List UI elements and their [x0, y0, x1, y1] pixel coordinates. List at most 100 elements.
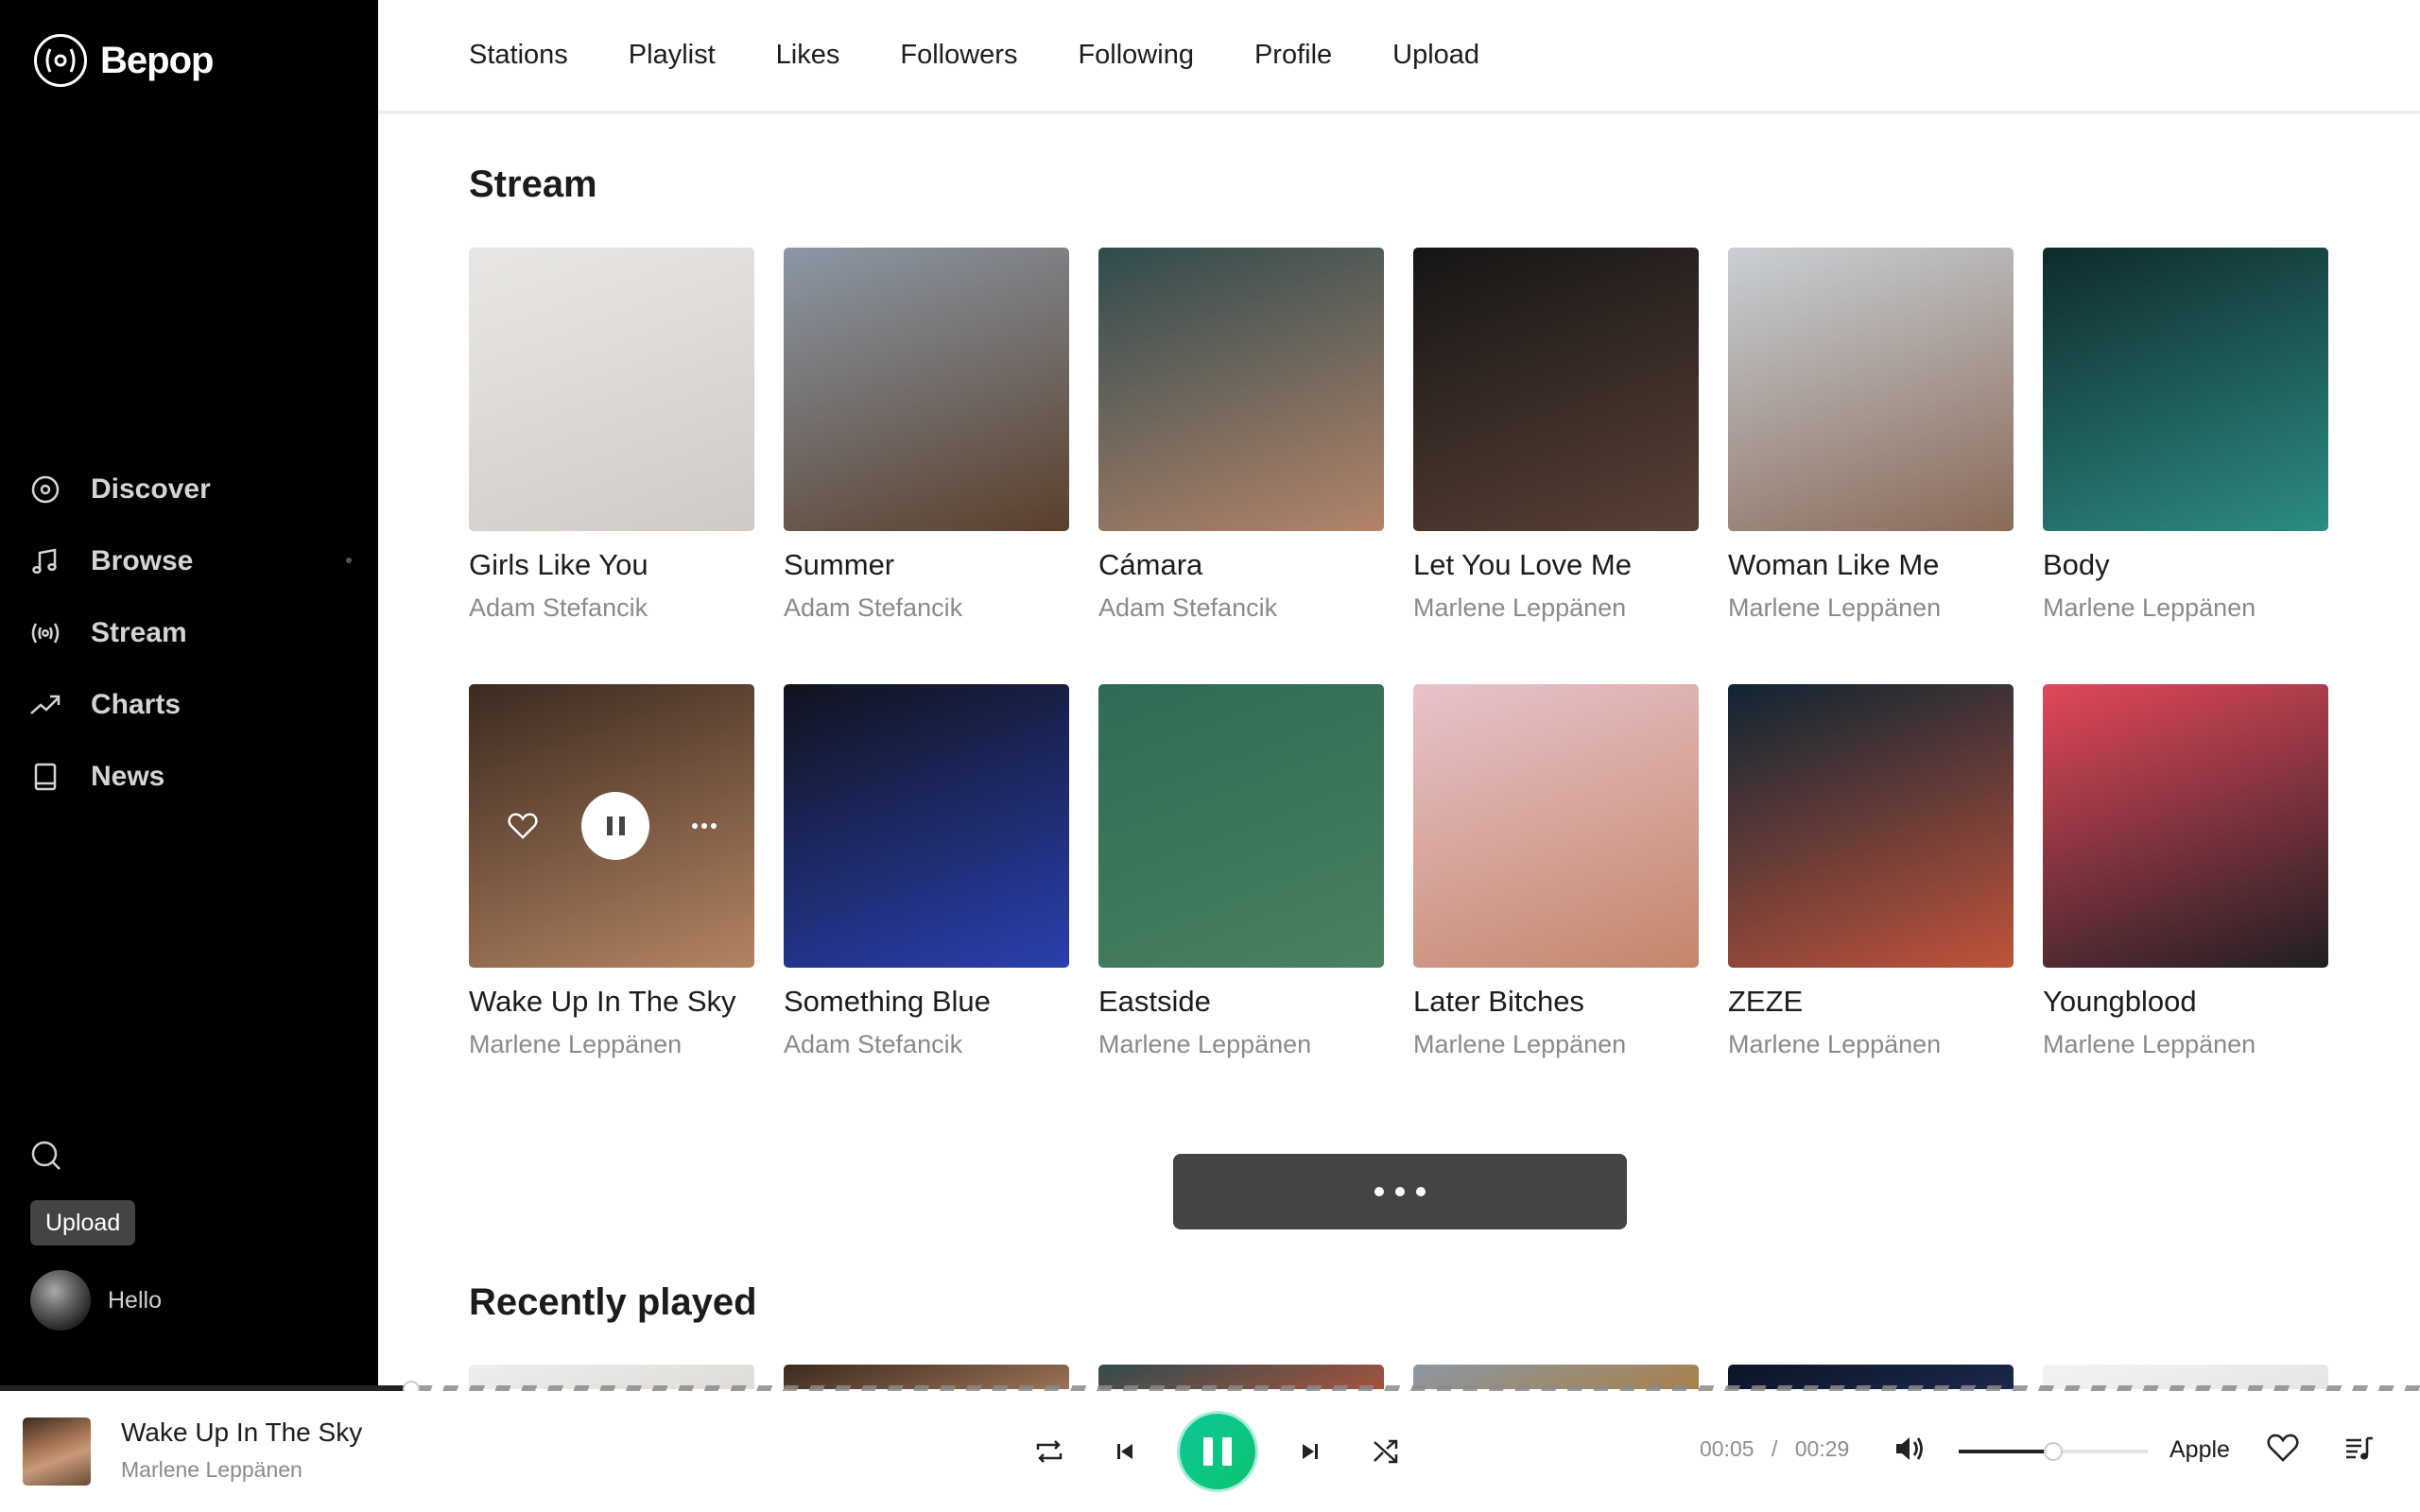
now-playing-cover[interactable]: [23, 1418, 91, 1486]
shuffle-button[interactable]: [1367, 1433, 1405, 1470]
cover-pause-button[interactable]: [581, 792, 649, 860]
track-artist[interactable]: Adam Stefancik: [784, 1030, 1069, 1059]
sidebar-item-charts[interactable]: Charts: [30, 669, 352, 741]
track-artist[interactable]: Marlene Leppänen: [1413, 593, 1699, 623]
sidebar-item-news[interactable]: News: [30, 741, 352, 813]
track-title[interactable]: Later Bitches: [1413, 985, 1699, 1019]
track-cover[interactable]: [1098, 684, 1384, 968]
track-artist[interactable]: Marlene Leppänen: [1728, 593, 2014, 623]
like-button[interactable]: [2267, 1433, 2299, 1468]
tab-upload[interactable]: Upload: [1392, 40, 1479, 71]
load-more-button[interactable]: [1173, 1154, 1627, 1229]
volume-slider[interactable]: [1959, 1442, 2148, 1461]
tab-playlist[interactable]: Playlist: [629, 40, 716, 71]
output-device[interactable]: Apple: [2169, 1436, 2230, 1464]
track-card[interactable]: Body Marlene Leppänen: [2043, 248, 2328, 623]
track-title[interactable]: Woman Like Me: [1728, 548, 2014, 582]
upload-button[interactable]: Upload: [30, 1200, 136, 1246]
tab-followers[interactable]: Followers: [900, 40, 1017, 71]
track-artist[interactable]: Adam Stefancik: [1098, 593, 1384, 623]
track-artist[interactable]: Marlene Leppänen: [2043, 1030, 2328, 1059]
track-cover[interactable]: [1098, 248, 1384, 531]
next-button[interactable]: [1291, 1433, 1329, 1470]
track-cover[interactable]: [1728, 248, 2014, 531]
track-artist[interactable]: Marlene Leppänen: [1413, 1030, 1699, 1059]
track-artist[interactable]: Adam Stefancik: [784, 593, 1069, 623]
track-cover[interactable]: [469, 684, 754, 968]
track-artist[interactable]: Marlene Leppänen: [2043, 593, 2328, 623]
user-name: Hello: [108, 1286, 162, 1314]
track-artist[interactable]: Marlene Leppänen: [1098, 1030, 1384, 1059]
track-title[interactable]: Girls Like You: [469, 548, 754, 582]
sidebar-item-label: Discover: [91, 473, 211, 505]
app-name: Bepop: [100, 39, 214, 81]
previous-button[interactable]: [1106, 1433, 1144, 1470]
track-cover[interactable]: [2043, 248, 2328, 531]
tab-following[interactable]: Following: [1078, 40, 1194, 71]
tab-profile[interactable]: Profile: [1254, 40, 1332, 71]
sidebar-item-discover[interactable]: Discover: [30, 454, 352, 525]
search-icon[interactable]: [30, 1140, 62, 1172]
top-nav: Stations Playlist Likes Followers Follow…: [378, 0, 2420, 113]
track-card[interactable]: Later Bitches Marlene Leppänen: [1413, 684, 1699, 1059]
track-title[interactable]: Summer: [784, 548, 1069, 582]
track-cover[interactable]: [2043, 684, 2328, 968]
track-artist[interactable]: Marlene Leppänen: [469, 1030, 754, 1059]
dot: [1395, 1187, 1405, 1196]
track-card[interactable]: Woman Like Me Marlene Leppänen: [1728, 248, 2014, 623]
repeat-button[interactable]: [1030, 1433, 1068, 1470]
track-cover[interactable]: [469, 248, 754, 531]
tab-stations[interactable]: Stations: [469, 40, 568, 71]
volume-handle[interactable]: [2044, 1442, 2063, 1461]
logo[interactable]: Bepop: [34, 34, 214, 87]
disc-icon: [30, 474, 60, 505]
track-title[interactable]: Wake Up In The Sky: [469, 985, 754, 1019]
heart-icon[interactable]: [507, 812, 539, 840]
track-title[interactable]: Youngblood: [2043, 985, 2328, 1019]
track-title[interactable]: ZEZE: [1728, 985, 2014, 1019]
music-note-icon: [30, 546, 60, 576]
track-card[interactable]: Cámara Adam Stefancik: [1098, 248, 1384, 623]
track-cover[interactable]: [784, 248, 1069, 531]
track-card[interactable]: Summer Adam Stefancik: [784, 248, 1069, 623]
time-separator: /: [1771, 1436, 1778, 1461]
section-title-recently-played: Recently played: [469, 1281, 757, 1323]
track-card[interactable]: Wake Up In The Sky Marlene Leppänen: [469, 684, 754, 1059]
track-card[interactable]: Youngblood Marlene Leppänen: [2043, 684, 2328, 1059]
sidebar-item-stream[interactable]: Stream: [30, 597, 352, 669]
track-card[interactable]: Let You Love Me Marlene Leppänen: [1413, 248, 1699, 623]
track-title[interactable]: Body: [2043, 548, 2328, 582]
track-title[interactable]: Something Blue: [784, 985, 1069, 1019]
track-card[interactable]: Girls Like You Adam Stefancik: [469, 248, 754, 623]
track-artist[interactable]: Adam Stefancik: [469, 593, 754, 623]
sidebar-item-label: Charts: [91, 689, 182, 720]
track-card[interactable]: Something Blue Adam Stefancik: [784, 684, 1069, 1059]
track-title[interactable]: Cámara: [1098, 548, 1384, 582]
now-playing-title[interactable]: Wake Up In The Sky: [121, 1418, 362, 1448]
sidebar-item-label: Browse: [91, 545, 194, 576]
user-menu[interactable]: Hello: [30, 1270, 162, 1331]
track-title[interactable]: Eastside: [1098, 985, 1384, 1019]
track-card[interactable]: Eastside Marlene Leppänen: [1098, 684, 1384, 1059]
queue-button[interactable]: [2344, 1435, 2375, 1468]
track-title[interactable]: Let You Love Me: [1413, 548, 1699, 582]
volume-icon[interactable]: [1893, 1433, 1926, 1469]
track-cover[interactable]: [1413, 248, 1699, 531]
sidebar-item-label: News: [91, 761, 165, 792]
track-card[interactable]: ZEZE Marlene Leppänen: [1728, 684, 2014, 1059]
track-cover[interactable]: [784, 684, 1069, 968]
track-cover[interactable]: [1413, 684, 1699, 968]
tab-likes[interactable]: Likes: [776, 40, 840, 71]
playlist-icon: [2346, 1436, 2373, 1460]
play-pause-button[interactable]: [1180, 1414, 1255, 1489]
now-playing-artist[interactable]: Marlene Leppänen: [121, 1457, 302, 1483]
sidebar-item-browse[interactable]: Browse: [30, 525, 352, 597]
repeat-icon: [1036, 1440, 1063, 1463]
sidebar: Bepop Discover Browse Stream Charts News…: [0, 0, 378, 1389]
shuffle-icon: [1374, 1439, 1398, 1464]
track-artist[interactable]: Marlene Leppänen: [1728, 1030, 2014, 1059]
more-options-icon[interactable]: [692, 823, 717, 829]
track-cover[interactable]: [1728, 684, 2014, 968]
trending-up-icon: [30, 690, 60, 720]
dot: [1416, 1187, 1426, 1196]
